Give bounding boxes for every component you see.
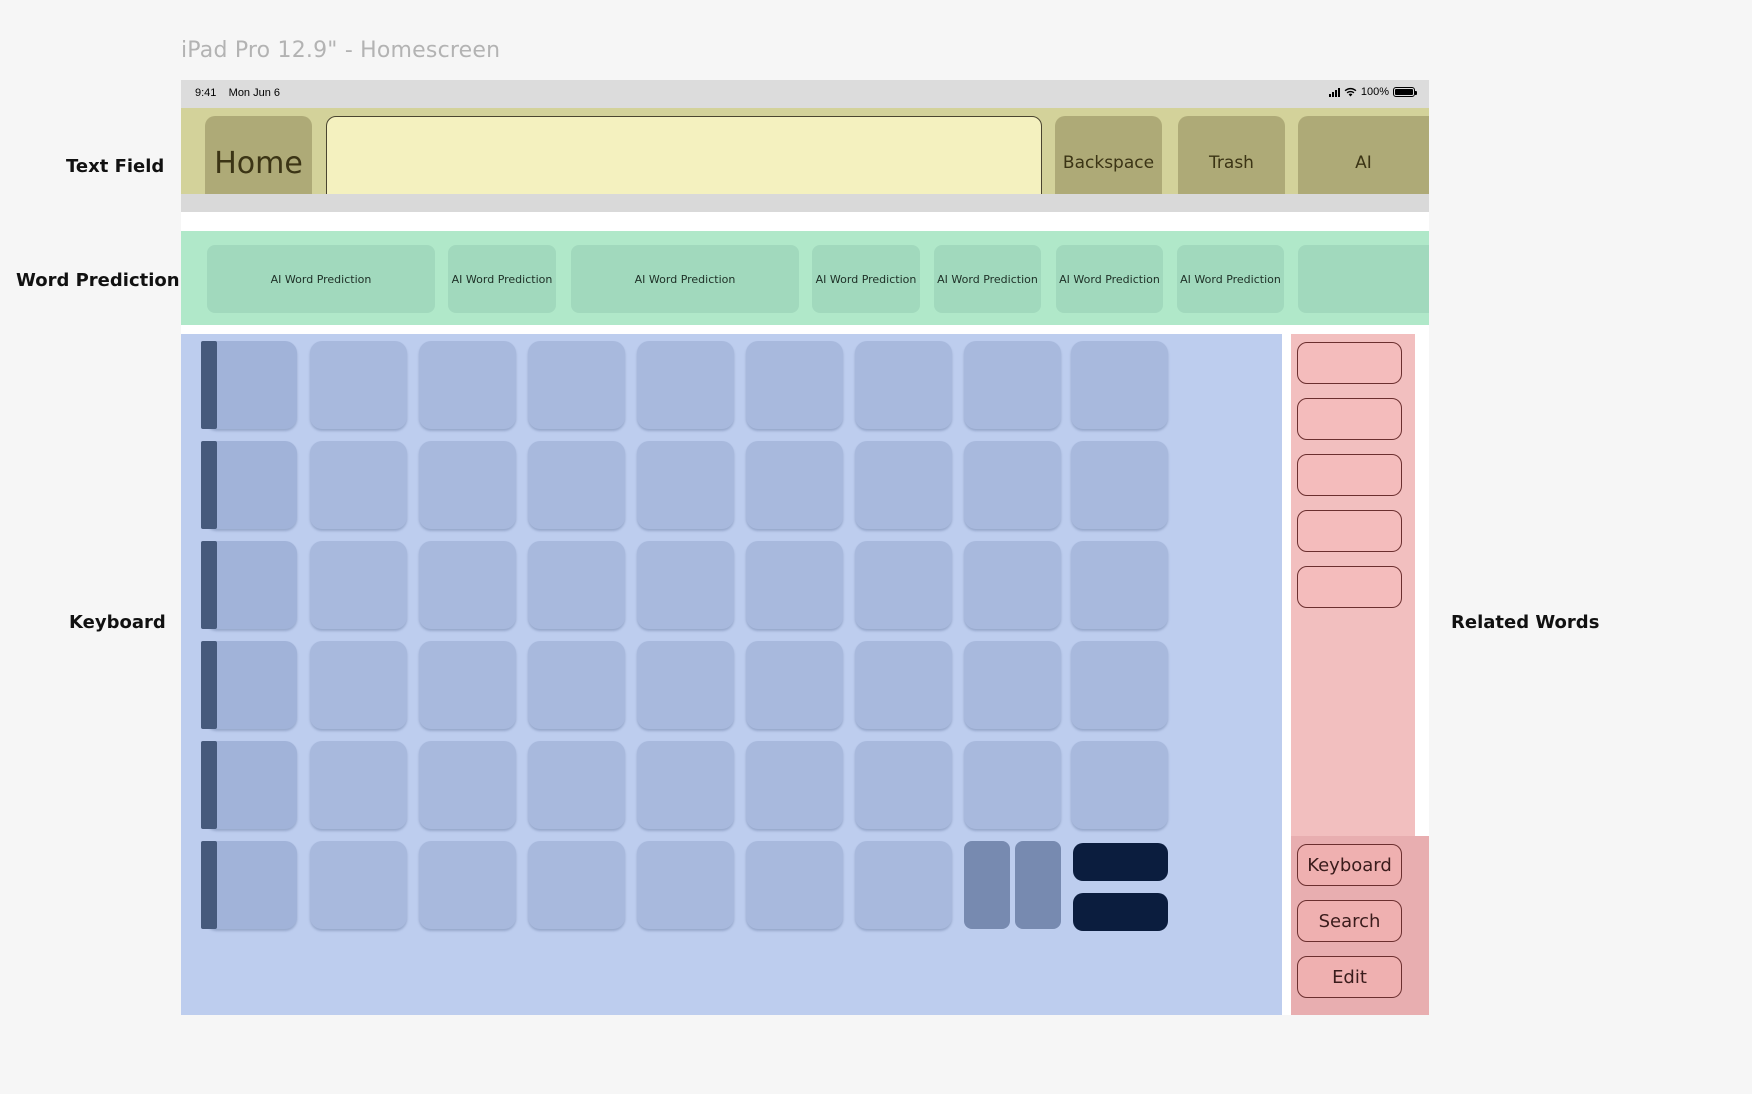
label-word-prediction: Word Prediction — [16, 270, 180, 291]
status-time: 9:41 — [195, 87, 217, 99]
keyboard-key[interactable] — [637, 341, 734, 429]
label-text-field: Text Field — [66, 156, 165, 177]
keyboard-key[interactable] — [528, 341, 625, 429]
prediction-button[interactable]: AI Word Prediction — [934, 245, 1041, 313]
wifi-icon — [1344, 87, 1357, 97]
keyboard-key[interactable] — [855, 541, 952, 629]
prediction-button[interactable] — [1298, 245, 1429, 313]
keyboard-key[interactable] — [746, 841, 843, 929]
prediction-button[interactable]: AI Word Prediction — [207, 245, 435, 313]
keyboard-key[interactable] — [1071, 341, 1168, 429]
row-handle[interactable] — [201, 841, 217, 929]
keyboard-key[interactable] — [205, 741, 297, 829]
keyboard-action-key[interactable] — [1073, 843, 1168, 881]
related-word-button[interactable] — [1297, 398, 1402, 440]
keyboard-key[interactable] — [855, 741, 952, 829]
text-field-bar-divider — [181, 194, 1429, 212]
keyboard-key[interactable] — [310, 641, 407, 729]
keyboard-key[interactable] — [310, 541, 407, 629]
keyboard-key[interactable] — [637, 641, 734, 729]
keyboard-key[interactable] — [1071, 441, 1168, 529]
prediction-button[interactable]: AI Word Prediction — [448, 245, 556, 313]
keyboard-key[interactable] — [310, 341, 407, 429]
keyboard-key[interactable] — [528, 641, 625, 729]
keyboard-key[interactable] — [419, 541, 516, 629]
keyboard-key[interactable] — [528, 541, 625, 629]
keyboard-key-dark[interactable] — [1015, 841, 1061, 929]
keyboard-key[interactable] — [205, 441, 297, 529]
keyboard-key[interactable] — [528, 741, 625, 829]
label-related-words: Related Words — [1451, 612, 1600, 633]
keyboard-key[interactable] — [637, 541, 734, 629]
row-handle[interactable] — [201, 741, 217, 829]
prediction-button[interactable]: AI Word Prediction — [1177, 245, 1284, 313]
keyboard-key[interactable] — [637, 741, 734, 829]
keyboard-key[interactable] — [855, 441, 952, 529]
related-actions-panel: Keyboard Search Edit — [1291, 836, 1429, 1015]
word-prediction-bar: AI Word Prediction AI Word Prediction AI… — [181, 231, 1429, 325]
keyboard-key[interactable] — [855, 341, 952, 429]
status-left: 9:41 Mon Jun 6 — [195, 87, 280, 99]
keyboard-key[interactable] — [637, 841, 734, 929]
keyboard-grid — [181, 334, 1282, 1015]
keyboard-button[interactable]: Keyboard — [1297, 844, 1402, 886]
keyboard-key[interactable] — [205, 341, 297, 429]
related-word-button[interactable] — [1297, 342, 1402, 384]
related-word-button[interactable] — [1297, 566, 1402, 608]
keyboard-key[interactable] — [1071, 741, 1168, 829]
status-right: 100% — [1328, 86, 1417, 98]
keyboard-key[interactable] — [637, 441, 734, 529]
keyboard-key-dark[interactable] — [964, 841, 1010, 929]
keyboard-key[interactable] — [1071, 541, 1168, 629]
keyboard-key[interactable] — [746, 641, 843, 729]
status-bar: 9:41 Mon Jun 6 100% — [181, 80, 1429, 108]
status-date: Mon Jun 6 — [228, 87, 281, 99]
row-handle[interactable] — [201, 341, 217, 429]
keyboard-key[interactable] — [205, 541, 297, 629]
frame-title: iPad Pro 12.9" - Homescreen — [181, 38, 501, 63]
keyboard-key[interactable] — [419, 641, 516, 729]
keyboard-key[interactable] — [746, 541, 843, 629]
keyboard-key[interactable] — [746, 741, 843, 829]
related-word-button[interactable] — [1297, 510, 1402, 552]
keyboard-key[interactable] — [964, 741, 1061, 829]
related-words-panel: Keyboard Search Edit — [1291, 334, 1429, 1015]
row-handle[interactable] — [201, 441, 217, 529]
label-keyboard: Keyboard — [69, 612, 166, 633]
keyboard-key[interactable] — [205, 841, 297, 929]
keyboard-key[interactable] — [855, 841, 952, 929]
keyboard-key[interactable] — [964, 441, 1061, 529]
prediction-button[interactable]: AI Word Prediction — [571, 245, 799, 313]
keyboard-key[interactable] — [964, 641, 1061, 729]
keyboard-key[interactable] — [419, 341, 516, 429]
search-button[interactable]: Search — [1297, 900, 1402, 942]
keyboard-key[interactable] — [205, 641, 297, 729]
edit-button[interactable]: Edit — [1297, 956, 1402, 998]
keyboard-key[interactable] — [746, 341, 843, 429]
row-handle[interactable] — [201, 641, 217, 729]
prediction-button[interactable]: AI Word Prediction — [812, 245, 920, 313]
keyboard-key[interactable] — [964, 341, 1061, 429]
keyboard-key[interactable] — [746, 441, 843, 529]
ipad-screen: 9:41 Mon Jun 6 100% Home Backspace Trash… — [181, 80, 1429, 1015]
keyboard-key[interactable] — [419, 441, 516, 529]
keyboard-key[interactable] — [310, 841, 407, 929]
cellular-signal-icon — [1328, 87, 1340, 97]
keyboard-key[interactable] — [855, 641, 952, 729]
keyboard-key[interactable] — [1071, 641, 1168, 729]
keyboard-key[interactable] — [964, 541, 1061, 629]
keyboard-action-key[interactable] — [1073, 893, 1168, 931]
battery-icon — [1393, 87, 1417, 97]
keyboard-key[interactable] — [419, 841, 516, 929]
keyboard-key[interactable] — [528, 441, 625, 529]
keyboard-key[interactable] — [310, 741, 407, 829]
row-handle[interactable] — [201, 541, 217, 629]
battery-percentage: 100% — [1360, 86, 1389, 98]
prediction-button[interactable]: AI Word Prediction — [1056, 245, 1163, 313]
text-field-bar: Home Backspace Trash AI — [181, 108, 1429, 212]
related-word-button[interactable] — [1297, 454, 1402, 496]
keyboard-key[interactable] — [528, 841, 625, 929]
keyboard-key[interactable] — [310, 441, 407, 529]
keyboard-key[interactable] — [419, 741, 516, 829]
